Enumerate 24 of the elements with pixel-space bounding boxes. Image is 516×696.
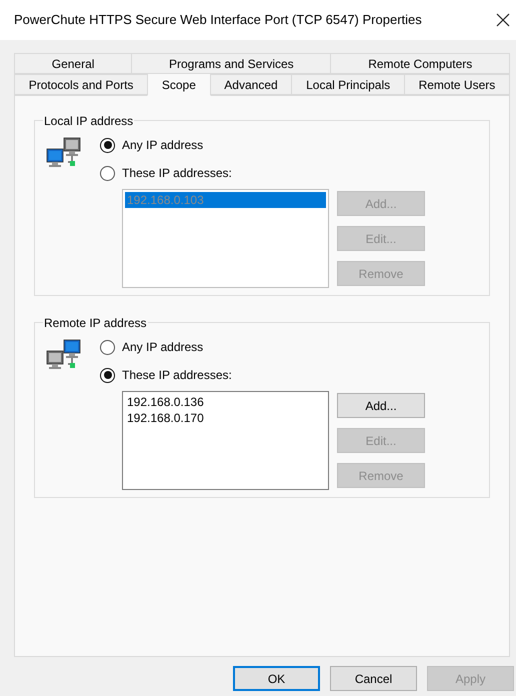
ip-address-list[interactable]: 192.168.0.136 192.168.0.170	[122, 391, 329, 490]
tab[interactable]: Remote Computers	[330, 53, 510, 74]
dialog-button[interactable]: Cancel	[330, 666, 417, 691]
close-icon[interactable]	[496, 13, 510, 27]
radio-button[interactable]	[100, 166, 115, 180]
ip-address-item[interactable]: 192.168.0.170	[125, 410, 326, 426]
tab[interactable]: Scope	[147, 73, 211, 96]
ip-address-item[interactable]: 192.168.0.136	[125, 394, 326, 410]
dialog-button[interactable]: OK	[233, 666, 320, 691]
tab[interactable]: Advanced	[210, 74, 292, 95]
radio-label[interactable]: Any IP address	[122, 338, 204, 356]
radio-button[interactable]	[100, 340, 115, 354]
radio-button[interactable]	[100, 368, 115, 382]
dialog-button[interactable]: Add...	[337, 393, 425, 418]
radio-label[interactable]: Any IP address	[122, 136, 204, 154]
window-title: PowerChute HTTPS Secure Web Interface Port (TCP 6547) Properties	[14, 11, 422, 30]
radio-button[interactable]	[100, 138, 115, 152]
tab[interactable]: General	[14, 53, 132, 74]
tab[interactable]: Local Principals	[291, 74, 405, 95]
tab[interactable]: Protocols and Ports	[14, 74, 148, 95]
radio-label[interactable]: These IP addresses:	[122, 164, 232, 182]
tab[interactable]: Programs and Services	[131, 53, 332, 74]
tab[interactable]: Remote Users	[404, 74, 510, 95]
radio-label[interactable]: These IP addresses:	[122, 366, 232, 384]
